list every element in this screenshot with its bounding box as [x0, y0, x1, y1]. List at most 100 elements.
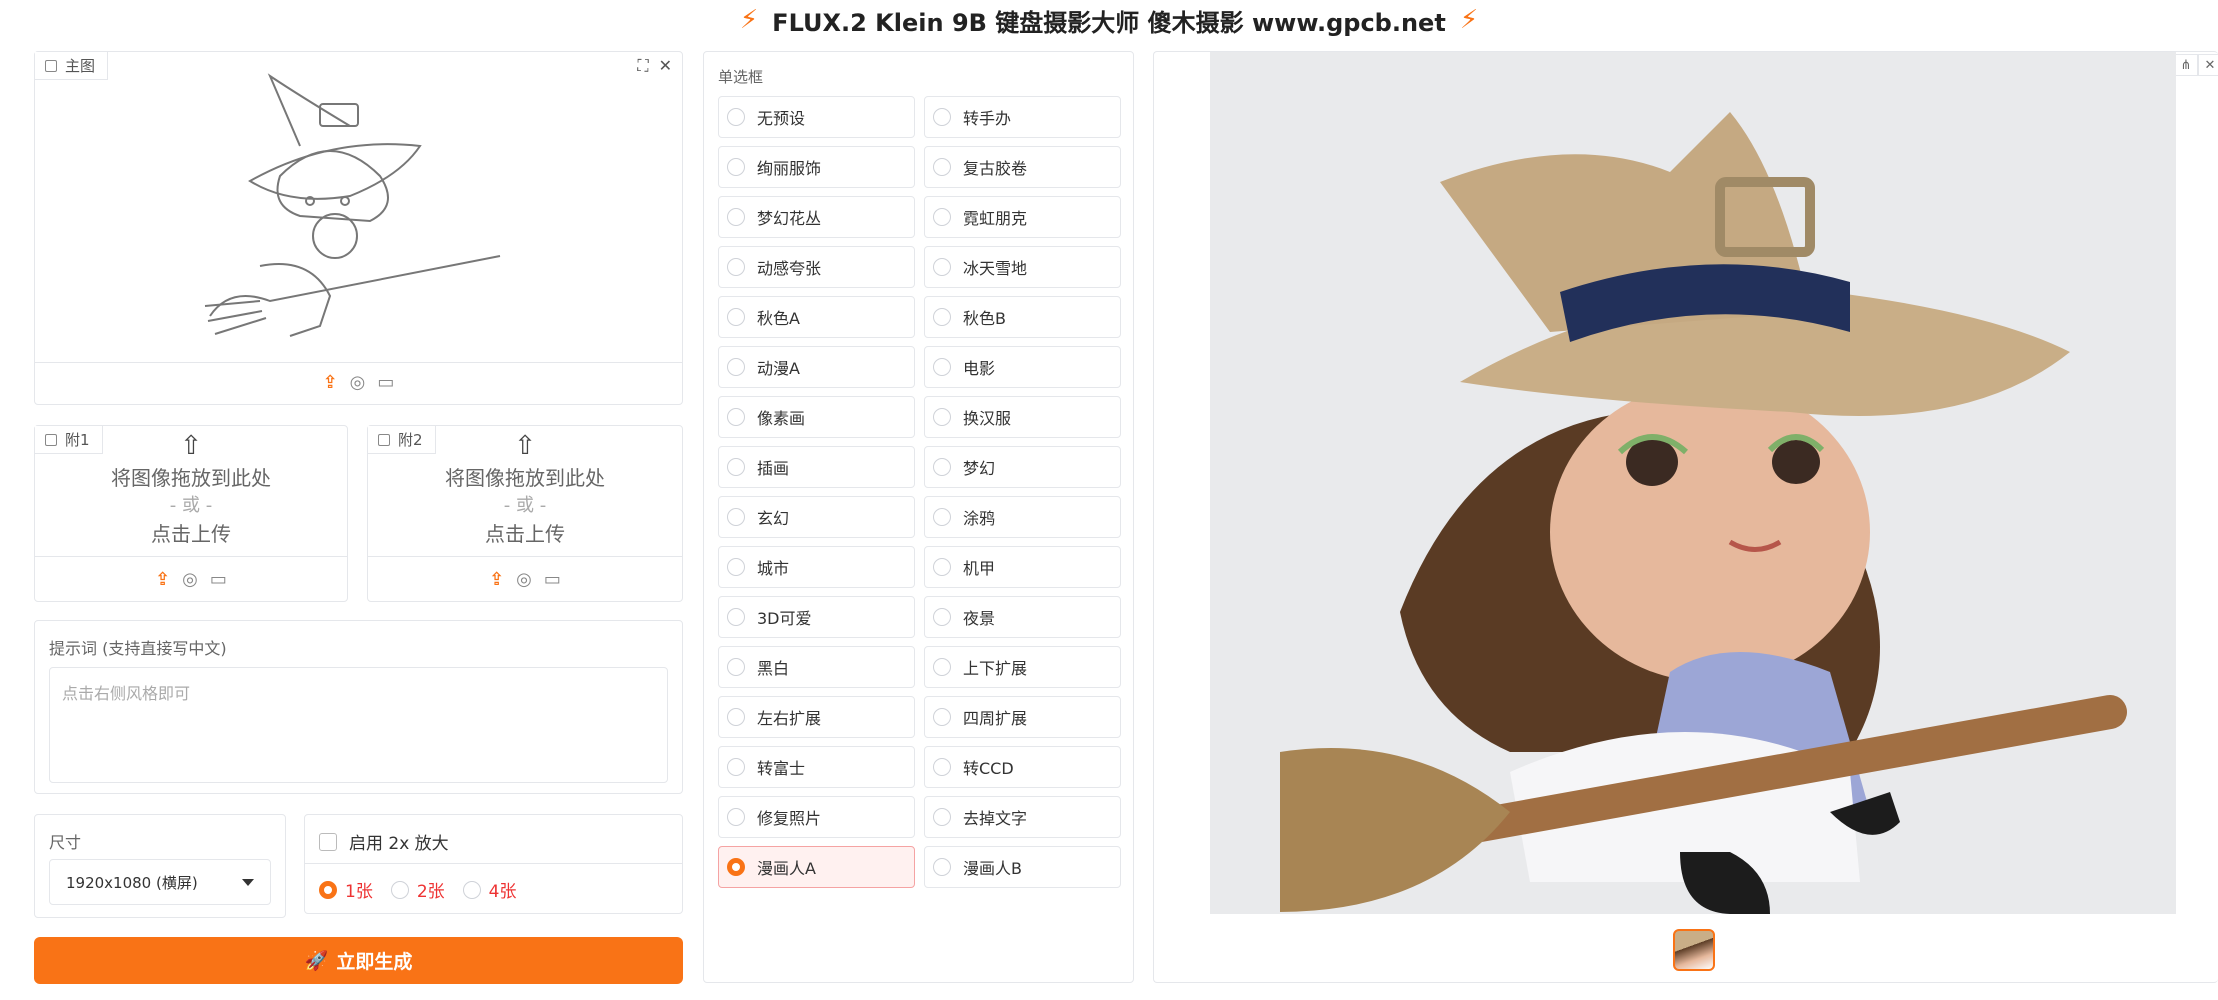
style-option[interactable]: 去掉文字 [924, 796, 1121, 838]
prompt-textarea[interactable]: 点击右侧风格即可 [49, 667, 668, 783]
radio [933, 258, 951, 276]
count-option-2[interactable]: 2张 [390, 877, 445, 902]
image-icon [45, 59, 57, 72]
fullscreen-icon[interactable]: ⛶ [637, 56, 648, 76]
count-option-4[interactable]: 4张 [462, 877, 516, 902]
radio [933, 158, 951, 176]
style-option[interactable]: 梦幻 [924, 446, 1121, 488]
radio [933, 708, 951, 726]
style-option[interactable]: 插画 [718, 446, 915, 488]
style-option[interactable]: 3D可爱 [718, 596, 915, 638]
style-option-label: 转富士 [757, 759, 806, 778]
clipboard-icon[interactable]: ▭ [377, 372, 394, 393]
radio [933, 758, 951, 776]
style-option[interactable]: 漫画人A [718, 846, 915, 888]
style-option-label: 像素画 [757, 409, 806, 428]
style-option[interactable]: 修复照片 [718, 796, 915, 838]
style-option[interactable]: 梦幻花丛 [718, 196, 915, 238]
app-title: ⚡ FLUX.2 Klein 9B 键盘摄影大师 傻木摄影 www.gpcb.n… [0, 0, 2218, 40]
thumbnail[interactable] [1673, 929, 1715, 971]
radio [727, 608, 745, 626]
radio [727, 308, 745, 326]
style-option-label: 动感夸张 [757, 259, 822, 278]
radio [933, 108, 951, 126]
attach1-dropzone[interactable]: ⇧ 将图像拖放到此处 - 或 - 点击上传 [35, 432, 347, 548]
style-option[interactable]: 玄幻 [718, 496, 915, 538]
upscale-checkbox-row[interactable]: 启用 2x 放大 [319, 829, 449, 854]
attach1-panel[interactable]: 附1 ⇧ 将图像拖放到此处 - 或 - 点击上传 ⇪ ◎ ▭ [34, 425, 348, 602]
style-option[interactable]: 电影 [924, 346, 1121, 388]
style-option[interactable]: 夜景 [924, 596, 1121, 638]
size-select[interactable]: 1920x1080 (横屏) [49, 859, 271, 905]
count-option-1[interactable]: 1张 [319, 877, 373, 902]
style-option[interactable]: 机甲 [924, 546, 1121, 588]
radio [727, 708, 745, 726]
upload-icon[interactable]: ⇪ [489, 569, 504, 590]
style-option[interactable]: 城市 [718, 546, 915, 588]
style-option[interactable]: 无预设 [718, 96, 915, 138]
style-option[interactable]: 转手办 [924, 96, 1121, 138]
webcam-icon[interactable]: ◎ [516, 569, 532, 590]
style-option-label: 动漫A [757, 359, 800, 378]
style-option[interactable]: 左右扩展 [718, 696, 915, 738]
radio [933, 308, 951, 326]
close-icon[interactable]: ✕ [2198, 54, 2218, 76]
webcam-icon[interactable]: ◎ [182, 569, 198, 590]
style-option[interactable]: 四周扩展 [924, 696, 1121, 738]
witch-sketch-image [204, 73, 501, 337]
radio [727, 758, 745, 776]
close-icon[interactable]: ✕ [659, 56, 672, 76]
size-label: 尺寸 [49, 833, 82, 852]
style-option[interactable]: 动漫A [718, 346, 915, 388]
style-option[interactable]: 秋色A [718, 296, 915, 338]
radio [462, 880, 481, 899]
style-radio-grid: 无预设 转手办绚丽服饰 复古胶卷梦幻花丛 霓虹朋克动感夸张 冰天雪地秋色A 秋色B 动漫A 电… [718, 96, 1121, 888]
style-option[interactable]: 转富士 [718, 746, 915, 788]
radio [933, 208, 951, 226]
style-option[interactable]: 绚丽服饰 [718, 146, 915, 188]
style-option[interactable]: 霓虹朋克 [924, 196, 1121, 238]
style-option-label: 梦幻花丛 [757, 209, 822, 228]
style-option[interactable]: 上下扩展 [924, 646, 1121, 688]
style-option[interactable]: 黑白 [718, 646, 915, 688]
clipboard-icon[interactable]: ▭ [210, 569, 227, 590]
style-option[interactable]: 涂鸦 [924, 496, 1121, 538]
webcam-icon[interactable]: ◎ [350, 372, 366, 393]
style-option[interactable]: 秋色B [924, 296, 1121, 338]
style-option-label: 四周扩展 [963, 709, 1028, 728]
radio [933, 358, 951, 376]
radio [390, 880, 409, 899]
share-icon[interactable]: ⋔ [2174, 54, 2198, 76]
radio-selected [727, 858, 745, 876]
main-image-panel[interactable]: 主图 ⛶ ✕ ⇪ ◎ ▭ [34, 51, 683, 405]
style-option-label: 插画 [757, 459, 790, 478]
attach2-panel[interactable]: 附2 ⇧ 将图像拖放到此处 - 或 - 点击上传 ⇪ ◎ ▭ [367, 425, 683, 602]
style-option-label: 城市 [757, 559, 790, 578]
app-title-text: FLUX.2 Klein 9B 键盘摄影大师 傻木摄影 www.gpcb.net [772, 8, 1446, 37]
upload-arrow-icon: ⇧ [514, 431, 536, 461]
upload-icon[interactable]: ⇪ [155, 569, 170, 590]
style-option[interactable]: 漫画人B [924, 846, 1121, 888]
style-option-label: 修复照片 [757, 809, 822, 828]
image-count-group: 1张 2张 4张 [319, 877, 516, 902]
style-option-label: 上下扩展 [963, 659, 1028, 678]
style-option-label: 秋色A [757, 309, 800, 328]
radio [933, 858, 951, 876]
attach2-dropzone[interactable]: ⇧ 将图像拖放到此处 - 或 - 点击上传 [368, 432, 682, 548]
style-option[interactable]: 换汉服 [924, 396, 1121, 438]
style-option-label: 转手办 [963, 109, 1012, 128]
prompt-label: 提示词 (支持直接写中文) [49, 639, 227, 658]
upscale-checkbox[interactable] [319, 832, 337, 851]
style-option[interactable]: 转CCD [924, 746, 1121, 788]
radio [933, 508, 951, 526]
upload-icon[interactable]: ⇪ [323, 372, 338, 393]
style-option[interactable]: 冰天雪地 [924, 246, 1121, 288]
clipboard-icon[interactable]: ▭ [544, 569, 561, 590]
main-image-toolbar: ⇪ ◎ ▭ [35, 362, 682, 402]
style-option-label: 黑白 [757, 659, 790, 678]
style-option[interactable]: 像素画 [718, 396, 915, 438]
generate-button[interactable]: 🚀 立即生成 [34, 937, 683, 984]
style-option[interactable]: 动感夸张 [718, 246, 915, 288]
style-option[interactable]: 复古胶卷 [924, 146, 1121, 188]
style-option-label: 换汉服 [963, 409, 1012, 428]
